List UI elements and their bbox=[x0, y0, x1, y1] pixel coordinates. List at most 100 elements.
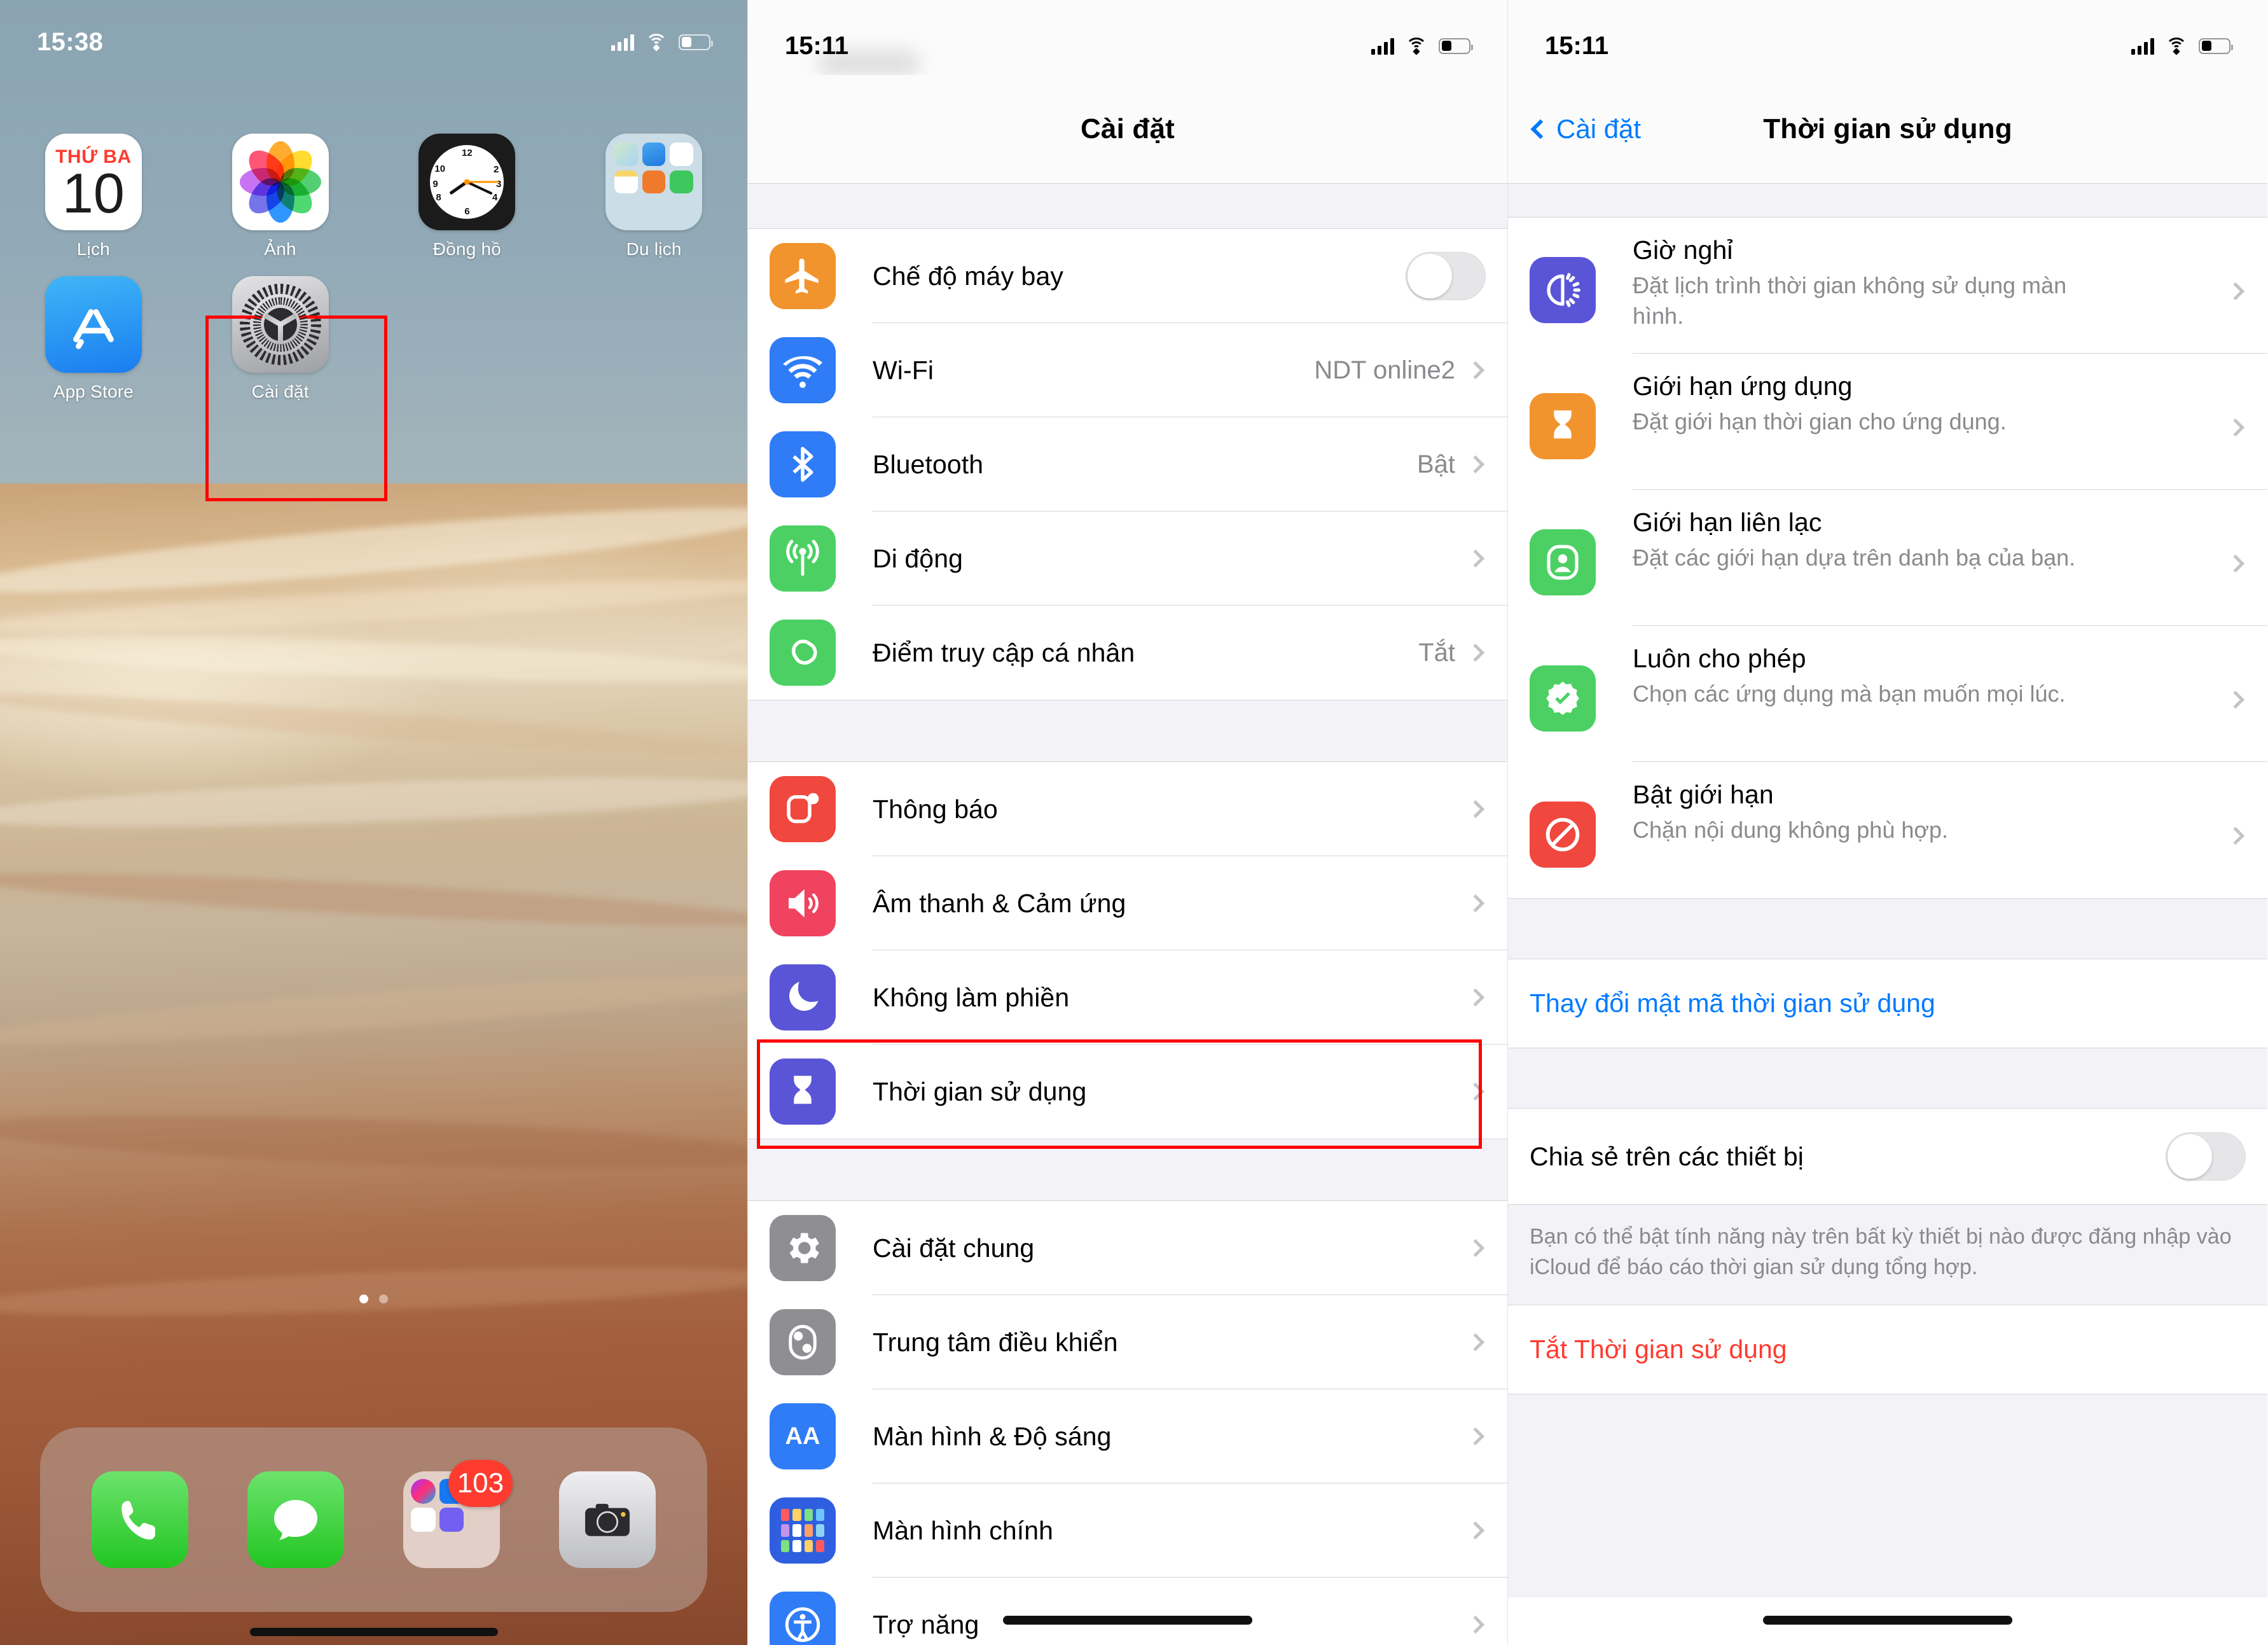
turn-off-screen-time-button[interactable]: Tắt Thời gian sử dụng bbox=[1508, 1304, 2267, 1394]
navigation-bar: Cài đặt Thời gian sử dụng bbox=[1508, 75, 2267, 183]
app-label: Đồng hồ bbox=[432, 239, 501, 259]
row-title: Giờ nghỉ bbox=[1633, 235, 1733, 265]
row-subtitle: Chặn nội dung không phù hợp. bbox=[1633, 817, 1949, 843]
share-across-devices-toggle[interactable] bbox=[2166, 1132, 2246, 1181]
settings-row-bluetooth[interactable]: Bluetooth Bật bbox=[748, 417, 1507, 511]
row-label: Chế độ máy bay bbox=[873, 261, 1063, 291]
share-across-devices-row[interactable]: Chia sẻ trên các thiết bị bbox=[1508, 1109, 2267, 1204]
app-store-icon bbox=[45, 276, 142, 373]
row-subtitle: Đặt giới hạn thời gian cho ứng dụng. bbox=[1633, 408, 2007, 434]
bottom-spacer bbox=[1508, 1393, 2267, 1597]
app-lich[interactable]: THỨ BA 10 Lịch bbox=[0, 134, 187, 260]
dock-messages[interactable] bbox=[247, 1471, 344, 1568]
settings-row-sounds-haptics[interactable]: Âm thanh & Cảm ứng bbox=[748, 856, 1507, 950]
group-spacer bbox=[1508, 898, 2267, 959]
downtime-icon bbox=[1530, 257, 1596, 323]
row-label: Điểm truy cập cá nhân bbox=[873, 637, 1135, 667]
settings-row-display-brightness[interactable]: AA Màn hình & Độ sáng bbox=[748, 1389, 1507, 1483]
row-subtitle: Chọn các ứng dụng mà bạn muốn mọi lúc. bbox=[1633, 681, 2066, 707]
chevron-right-icon bbox=[1466, 1521, 1485, 1540]
settings-row-cellular[interactable]: Di động bbox=[748, 511, 1507, 606]
screen-time-row-app-limits[interactable]: Giới hạn ứng dụng Đặt giới hạn thời gian… bbox=[1508, 354, 2267, 490]
back-button[interactable]: Cài đặt bbox=[1530, 114, 1642, 144]
chevron-right-icon bbox=[1466, 1239, 1485, 1258]
settings-row-notifications[interactable]: Thông báo bbox=[748, 762, 1507, 856]
bluetooth-icon bbox=[770, 431, 836, 497]
app-cai-dat[interactable]: Cài đặt bbox=[187, 276, 374, 402]
screen-time-row-content-restrictions[interactable]: Bật giới hạn Chặn nội dung không phù hợp… bbox=[1508, 762, 2267, 898]
app-label: Cài đặt bbox=[251, 382, 309, 401]
row-label: Thông báo bbox=[873, 794, 998, 824]
screen-time-scroll-area[interactable]: Giờ nghỉ Đặt lịch trình thời gian không … bbox=[1508, 183, 2267, 1645]
change-screen-time-passcode-button[interactable]: Thay đổi mật mã thời gian sử dụng bbox=[1508, 959, 2267, 1048]
home-indicator bbox=[1763, 1616, 2012, 1625]
chevron-right-icon bbox=[1466, 1615, 1485, 1634]
row-label: Di động bbox=[873, 543, 964, 573]
settings-row-accessibility[interactable]: Trợ năng bbox=[748, 1578, 1507, 1645]
hotspot-icon bbox=[770, 620, 836, 686]
app-dong-ho[interactable]: 12 2 3 4 6 8 9 10 Đồng hồ bbox=[374, 134, 561, 260]
chevron-right-icon bbox=[1466, 1427, 1485, 1446]
moon-icon bbox=[770, 964, 836, 1031]
status-time: 15:38 bbox=[37, 27, 104, 56]
chevron-right-icon bbox=[2226, 282, 2245, 301]
chevron-right-icon bbox=[1466, 894, 1485, 913]
calendar-icon: THỨ BA 10 bbox=[45, 134, 142, 230]
gear-icon bbox=[770, 1215, 836, 1281]
wifi-icon bbox=[770, 337, 836, 403]
status-bar: 15:11 bbox=[748, 0, 1507, 76]
page-dot-1[interactable] bbox=[359, 1294, 368, 1303]
row-value: Tắt bbox=[1418, 638, 1455, 667]
row-label: Âm thanh & Cảm ứng bbox=[873, 888, 1126, 918]
settings-row-do-not-disturb[interactable]: Không làm phiền bbox=[748, 950, 1507, 1045]
chevron-right-icon bbox=[1466, 1082, 1485, 1101]
accessibility-icon bbox=[770, 1592, 836, 1645]
group-spacer bbox=[748, 1139, 1507, 1201]
row-subtitle: Đặt các giới hạn dựa trên danh bạ của bạ… bbox=[1633, 545, 2076, 571]
settings-row-screen-time[interactable]: Thời gian sử dụng bbox=[748, 1045, 1507, 1139]
hourglass-icon bbox=[770, 1058, 836, 1125]
calendar-day: 10 bbox=[62, 162, 125, 225]
group-spacer bbox=[748, 700, 1507, 762]
status-time: 15:11 bbox=[1545, 31, 1609, 60]
settings-row-control-center[interactable]: Trung tâm điều khiển bbox=[748, 1295, 1507, 1389]
folder-icon bbox=[605, 134, 703, 230]
row-label: Bluetooth bbox=[873, 449, 984, 479]
row-title: Giới hạn ứng dụng bbox=[1633, 371, 1853, 401]
row-label: Không làm phiền bbox=[873, 982, 1070, 1012]
back-label: Cài đặt bbox=[1556, 114, 1642, 144]
app-label: Ảnh bbox=[264, 239, 296, 259]
dock-phone[interactable] bbox=[91, 1471, 188, 1568]
page-dots[interactable] bbox=[0, 1294, 747, 1303]
dock-camera[interactable] bbox=[559, 1471, 656, 1568]
airplane-mode-toggle[interactable] bbox=[1406, 252, 1486, 300]
row-label: Trung tâm điều khiển bbox=[873, 1327, 1118, 1357]
app-app-store[interactable]: App Store bbox=[0, 276, 187, 402]
settings-scroll-area[interactable]: Chế độ máy bay Wi-Fi NDT online2 Bluetoo… bbox=[748, 183, 1507, 1645]
home-indicator bbox=[1003, 1616, 1252, 1625]
page-dot-2[interactable] bbox=[379, 1294, 388, 1303]
app-du-lich-folder[interactable]: Du lịch bbox=[560, 134, 747, 260]
settings-row-airplane-mode[interactable]: Chế độ máy bay bbox=[748, 229, 1507, 323]
screen-time-row-communication-limits[interactable]: Giới hạn liên lạc Đặt các giới hạn dựa t… bbox=[1508, 490, 2267, 626]
row-value: NDT online2 bbox=[1314, 356, 1455, 384]
control-center-icon bbox=[770, 1309, 836, 1375]
settings-row-general[interactable]: Cài đặt chung bbox=[748, 1201, 1507, 1295]
screen-time-row-always-allowed[interactable]: Luôn cho phép Chọn các ứng dụng mà bạn m… bbox=[1508, 626, 2267, 762]
screen-time-row-downtime[interactable]: Giờ nghỉ Đặt lịch trình thời gian không … bbox=[1508, 218, 2267, 354]
settings-row-wifi[interactable]: Wi-Fi NDT online2 bbox=[748, 323, 1507, 417]
clock-icon: 12 2 3 4 6 8 9 10 bbox=[418, 134, 516, 230]
row-label: Trợ năng bbox=[873, 1609, 979, 1639]
app-anh[interactable]: Ảnh bbox=[187, 134, 374, 260]
row-title: Luôn cho phép bbox=[1633, 644, 1806, 673]
cellular-bars-icon bbox=[611, 33, 634, 51]
settings-row-home-screen[interactable]: Màn hình chính bbox=[748, 1483, 1507, 1578]
status-bar: 15:11 bbox=[1508, 0, 2267, 75]
wifi-icon bbox=[2166, 38, 2187, 55]
chevron-right-icon bbox=[1466, 361, 1485, 380]
dock-social-folder[interactable]: 103 bbox=[403, 1460, 513, 1568]
row-label: Wi-Fi bbox=[873, 355, 934, 385]
settings-row-personal-hotspot[interactable]: Điểm truy cập cá nhân Tắt bbox=[748, 606, 1507, 700]
chevron-right-icon bbox=[1466, 549, 1485, 568]
display-aa-icon: AA bbox=[770, 1403, 836, 1469]
